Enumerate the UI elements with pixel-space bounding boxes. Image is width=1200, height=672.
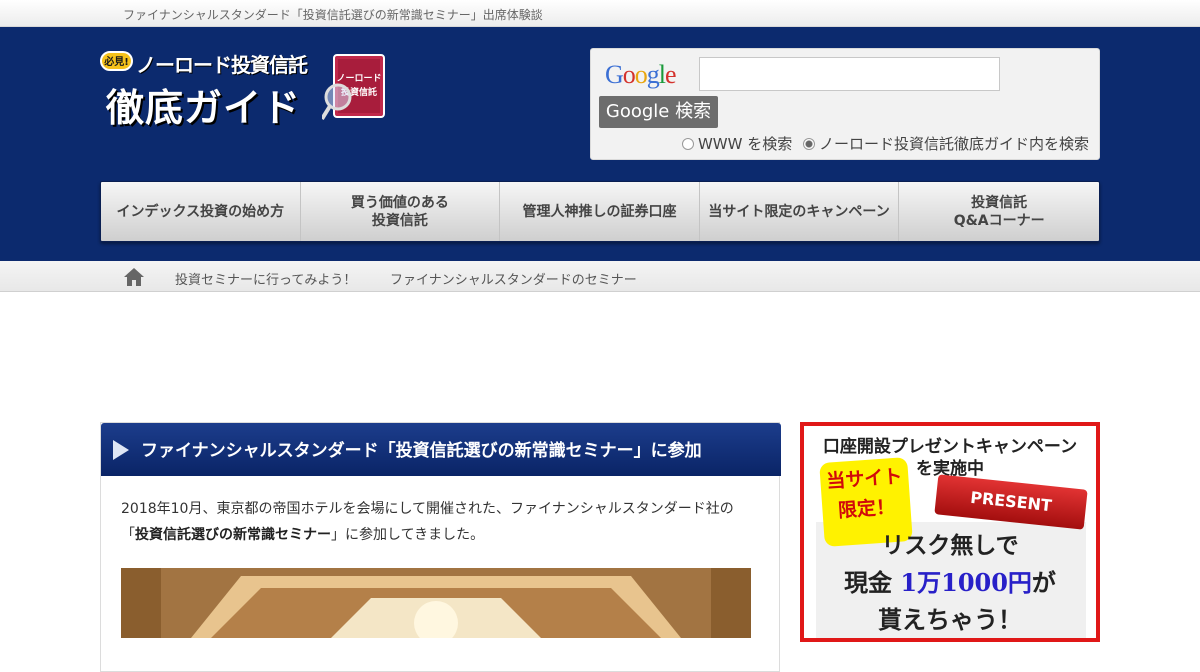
article-title: ファイナンシャルスタンダード「投資信託選びの新常識セミナー」に参加 <box>141 441 702 461</box>
nav-campaigns[interactable]: 当サイト限定のキャンペーン <box>700 182 900 241</box>
site-tagline: ファイナンシャルスタンダード「投資信託選びの新常識セミナー」出席体験談 <box>123 8 543 22</box>
radio-www-label[interactable]: WWW を検索 <box>698 135 792 153</box>
radio-site-label[interactable]: ノーロード投資信託徹底ガイド内を検索 <box>819 135 1089 153</box>
campaign-amount: 1万1000円 <box>900 568 1032 597</box>
logo-badge: 必見! <box>100 51 133 71</box>
article-body: 2018年10月、東京都の帝国ホテルを会場にして開催された、ファイナンシャルスタ… <box>121 496 761 548</box>
nav-brokerage-accounts[interactable]: 管理人神推しの証券口座 <box>500 182 700 241</box>
site-logo[interactable]: 必見! ノーロード投資信託 徹底ガイド ノーロード 投資信託 <box>100 47 400 157</box>
top-bar: ファイナンシャルスタンダード「投資信託選びの新常識セミナー」出席体験談 <box>0 0 1200 27</box>
site-search-box: Google Google 検索 WWW を検索 ノーロード投資信託徹底ガイド内… <box>590 48 1100 160</box>
body-text-bold: 投資信託選びの新常識セミナー <box>135 527 331 543</box>
site-header: 必見! ノーロード投資信託 徹底ガイド ノーロード 投資信託 Google Go… <box>0 27 1200 261</box>
note-line2: 限定！ <box>837 496 896 522</box>
hotel-ballroom-photo <box>121 568 751 638</box>
breadcrumb-item[interactable]: 投資セミナーに行ってみよう！ <box>175 269 356 288</box>
title-arrow-icon <box>113 440 129 460</box>
campaign-line1: リスク無しで <box>881 532 1019 559</box>
search-scope-options: WWW を検索 ノーロード投資信託徹底ガイド内を検索 <box>681 133 1089 154</box>
main-nav: インデックス投資の始め方 買う価値のある 投資信託 管理人神推しの証券口座 当サ… <box>100 181 1100 242</box>
nav-recommended-funds[interactable]: 買う価値のある 投資信託 <box>301 182 501 241</box>
breadcrumb: 投資セミナーに行ってみよう！ ファイナンシャルスタンダードのセミナー <box>0 261 1200 292</box>
note-line1: 当サイト <box>825 465 904 493</box>
radio-www[interactable] <box>681 138 694 150</box>
svg-text:ノーロード: ノーロード <box>336 73 381 84</box>
home-icon[interactable] <box>123 267 145 287</box>
book-magnifier-icon: ノーロード 投資信託 <box>322 54 385 121</box>
google-search-button[interactable]: Google 検索 <box>599 96 718 128</box>
logo-line2: 徹底ガイド <box>106 86 302 130</box>
nav-qa-corner[interactable]: 投資信託 Q&Aコーナー <box>899 182 1099 241</box>
search-input[interactable] <box>699 57 1000 91</box>
google-logo: Google <box>605 60 677 89</box>
article-title-bar: ファイナンシャルスタンダード「投資信託選びの新常識セミナー」に参加 <box>101 423 781 476</box>
logo-line1: ノーロード投資信託 <box>136 53 308 77</box>
body-text-post: 」に参加してきました。 <box>331 527 485 543</box>
radio-site[interactable] <box>802 138 815 150</box>
campaign-banner[interactable]: 口座開設プレゼントキャンペーン を実施中 PRESENT 当サイト 限定！ リス… <box>800 422 1100 642</box>
campaign-line2-post: が <box>1031 568 1056 597</box>
campaign-line2-pre: 現金 <box>844 568 901 597</box>
breadcrumb-current: ファイナンシャルスタンダードのセミナー <box>390 273 637 288</box>
article: ファイナンシャルスタンダード「投資信託選びの新常識セミナー」に参加 2018年1… <box>100 422 781 672</box>
nav-index-investing[interactable]: インデックス投資の始め方 <box>101 182 301 241</box>
campaign-line2: 現金 1万1000円が <box>804 563 1096 598</box>
campaign-title-line1: 口座開設プレゼントキャンペーン <box>822 437 1078 457</box>
